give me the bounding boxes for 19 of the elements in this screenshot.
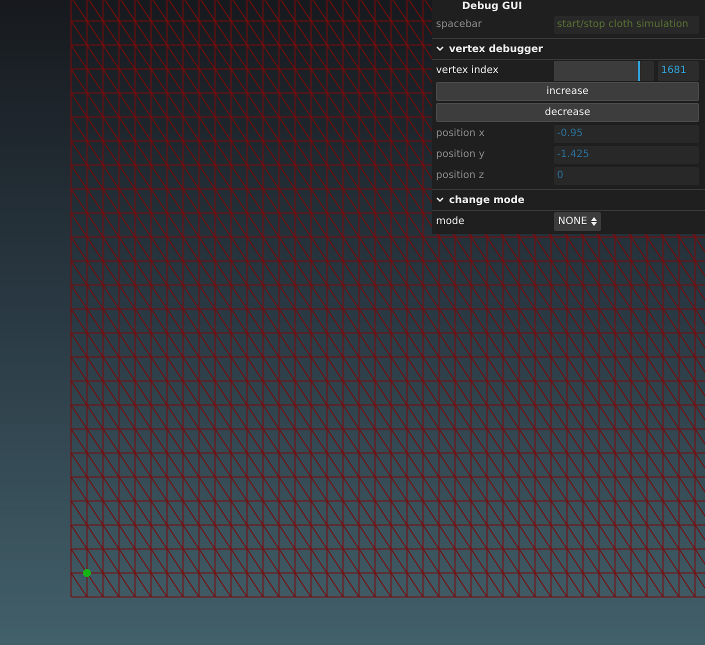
control-label: mode: [436, 216, 466, 227]
control-label: spacebar: [436, 19, 483, 30]
panel-title: Debug GUI: [461, 0, 524, 14]
folder-title: change mode: [449, 194, 525, 206]
folder-title: vertex debugger: [449, 44, 543, 54]
updown-icon: [591, 217, 598, 226]
folder-header[interactable]: change mode: [432, 189, 705, 211]
chevron-icon: [436, 46, 444, 52]
control-label: position y: [436, 149, 486, 160]
control-label: position z: [436, 170, 486, 181]
action-button[interactable]: decrease: [436, 103, 699, 122]
folder-header[interactable]: vertex debugger: [432, 38, 705, 60]
mode-select[interactable]: NONE: [554, 212, 602, 231]
control-label: position x: [436, 128, 486, 139]
chevron-icon: [436, 197, 444, 203]
action-button[interactable]: increase: [436, 82, 699, 101]
number-field[interactable]: 1681: [658, 60, 699, 80]
control-label: vertex index: [436, 65, 500, 76]
vertex-marker-icon: [83, 569, 91, 577]
